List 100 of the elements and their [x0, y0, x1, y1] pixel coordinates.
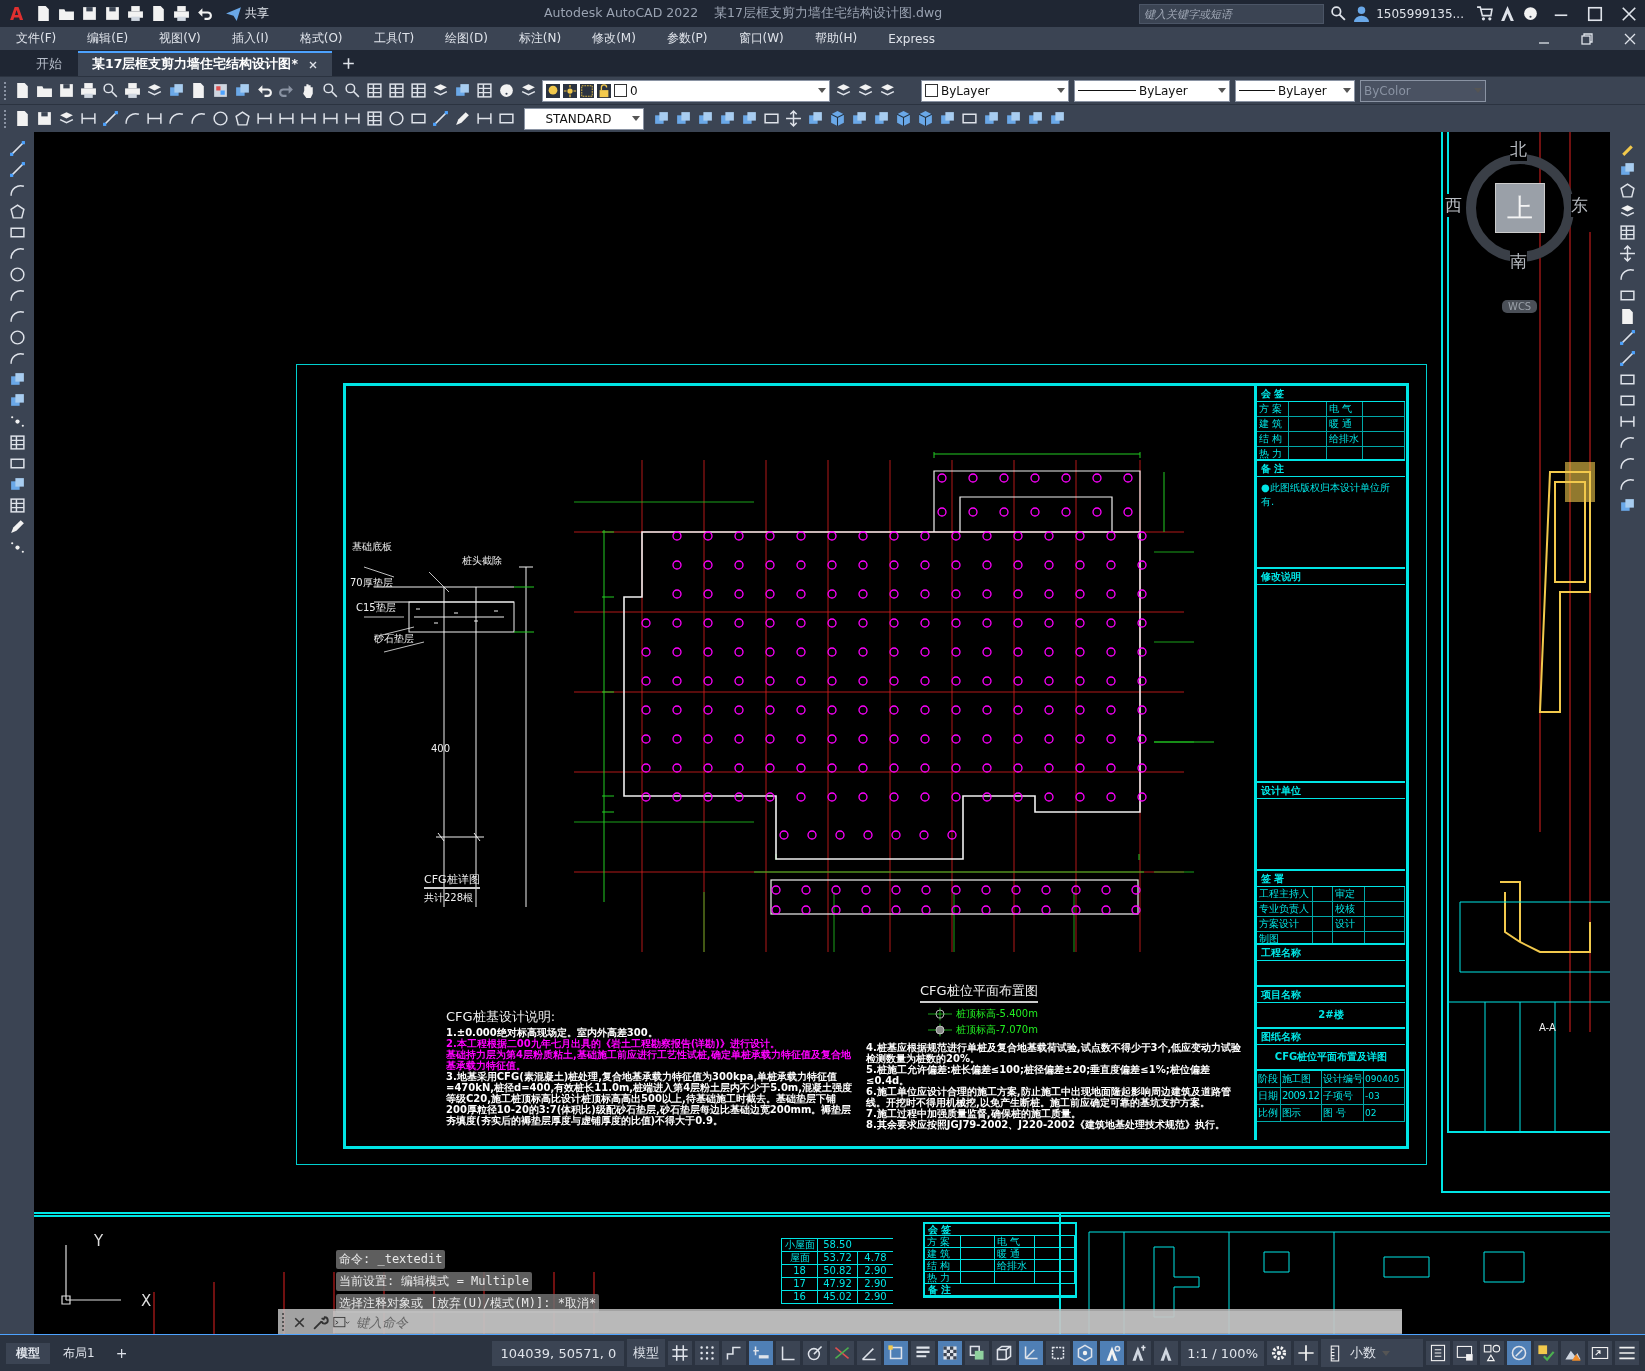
restore-icon[interactable]: [1578, 30, 1596, 47]
pencil-icon[interactable]: [454, 110, 471, 127]
right-angle-icon[interactable]: [776, 1341, 801, 1365]
printer-icon[interactable]: [173, 5, 191, 22]
polar-tracking-icon[interactable]: [803, 1341, 828, 1365]
stacked-squares-icon[interactable]: [939, 110, 956, 127]
properties-icon[interactable]: [1426, 1341, 1450, 1365]
points-icon[interactable]: [8, 413, 26, 430]
arc-icon[interactable]: [8, 182, 26, 199]
stacked-squares-icon[interactable]: [8, 392, 26, 409]
table-icon[interactable]: [1619, 224, 1636, 241]
axes-icon[interactable]: [1019, 1341, 1044, 1365]
stacked-squares-icon[interactable]: [8, 476, 26, 493]
line-icon[interactable]: [432, 110, 449, 127]
layers-icon[interactable]: [432, 82, 449, 99]
dimension-icon[interactable]: [344, 110, 361, 127]
wrench-icon[interactable]: [312, 1313, 329, 1331]
close-icon[interactable]: [307, 59, 318, 70]
layers-icon[interactable]: [1619, 203, 1636, 220]
menu-item[interactable]: 窗口(W): [728, 30, 784, 47]
dimension-icon[interactable]: [80, 110, 97, 127]
table-icon[interactable]: [366, 82, 383, 99]
move-arrows-icon[interactable]: [785, 110, 802, 127]
move-arrows-icon[interactable]: [1619, 245, 1636, 262]
object-snap-icon[interactable]: [884, 1341, 909, 1365]
stacked-squares-icon[interactable]: [851, 110, 868, 127]
step-icon[interactable]: [722, 1341, 747, 1365]
polygon-icon[interactable]: [1619, 182, 1636, 199]
compass-label[interactable]: 北: [1510, 138, 1527, 161]
pencil-icon[interactable]: [8, 518, 26, 535]
stacked-squares-icon[interactable]: [168, 82, 185, 99]
stacked-squares-icon[interactable]: [234, 82, 251, 99]
cart-icon[interactable]: [1476, 5, 1493, 22]
line-icon[interactable]: [1619, 350, 1636, 367]
dashed-square-icon[interactable]: [580, 83, 594, 98]
shapes-icon[interactable]: [1480, 1341, 1504, 1365]
settings-icon[interactable]: [1267, 1341, 1291, 1365]
menu-item[interactable]: 修改(M): [582, 30, 636, 47]
dot-grid-icon[interactable]: [695, 1341, 720, 1365]
document-icon[interactable]: [14, 110, 31, 127]
layout-tab[interactable]: 布局1: [53, 1342, 105, 1364]
stacked-squares-icon[interactable]: [1619, 161, 1636, 178]
text-style-dropdown[interactable]: STANDARD: [524, 107, 644, 130]
line-icon[interactable]: [8, 140, 26, 157]
layers-icon[interactable]: [857, 82, 874, 99]
stacked-squares-icon[interactable]: [8, 371, 26, 388]
model-space-button[interactable]: 模型: [627, 1339, 666, 1367]
warning-image-icon[interactable]: [1561, 1341, 1585, 1365]
table-icon[interactable]: [388, 82, 405, 99]
filter-box-icon[interactable]: [1046, 1341, 1071, 1365]
stacked-squares-icon[interactable]: [697, 110, 714, 127]
dimension-icon[interactable]: [146, 110, 163, 127]
zoom-icon[interactable]: [322, 82, 339, 99]
annotation-scale-dropdown[interactable]: 1:1 / 100%: [1181, 1340, 1264, 1366]
document-icon[interactable]: [1619, 308, 1636, 325]
plus-icon[interactable]: [1294, 1341, 1318, 1365]
points-icon[interactable]: [8, 539, 26, 556]
gizmo-icon[interactable]: [1073, 1341, 1098, 1365]
zoom-icon[interactable]: [102, 82, 119, 99]
printer-icon[interactable]: [80, 82, 97, 99]
document-icon[interactable]: [190, 82, 207, 99]
arc-icon[interactable]: [190, 110, 207, 127]
menu-item[interactable]: 插入(I): [221, 30, 269, 47]
arc-icon[interactable]: [168, 110, 185, 127]
layer-dropdown[interactable]: 0: [542, 79, 830, 102]
isometric-lines-icon[interactable]: [830, 1341, 855, 1365]
arc-icon[interactable]: [8, 287, 26, 304]
stacked-squares-icon[interactable]: [653, 110, 670, 127]
menu-item[interactable]: 帮助(H): [804, 30, 858, 47]
checkerboard-icon[interactable]: [938, 1341, 963, 1365]
dimension-icon[interactable]: [300, 110, 317, 127]
fullscreen-icon[interactable]: [1588, 1341, 1612, 1365]
menu-item[interactable]: 格式(O): [289, 30, 343, 47]
layers-icon[interactable]: [146, 82, 163, 99]
dimension-icon[interactable]: [322, 110, 339, 127]
color-dropdown[interactable]: ByLayer: [921, 79, 1069, 102]
menu-item[interactable]: 标注(N): [508, 30, 562, 47]
cursor-input-icon[interactable]: [749, 1341, 774, 1365]
linetype-dropdown[interactable]: ByLayer: [1074, 79, 1230, 102]
sun-icon[interactable]: [563, 83, 577, 98]
circle-icon[interactable]: [8, 329, 26, 346]
compass-label[interactable]: 南: [1510, 250, 1527, 273]
file-tab[interactable]: 开始: [22, 53, 76, 76]
table-icon[interactable]: [366, 110, 383, 127]
stacked-squares-icon[interactable]: [675, 110, 692, 127]
menu-item[interactable]: 编辑(E): [77, 30, 129, 47]
lock-icon[interactable]: [597, 83, 611, 98]
layers-icon[interactable]: [835, 82, 852, 99]
menu-item[interactable]: Express: [878, 31, 935, 46]
stacked-squares-icon[interactable]: [741, 110, 758, 127]
arc-icon[interactable]: [1619, 266, 1636, 283]
cube-icon[interactable]: [917, 110, 934, 127]
document-icon[interactable]: [14, 82, 31, 99]
layers-icon[interactable]: [879, 82, 896, 99]
stacked-squares-icon[interactable]: [983, 110, 1000, 127]
circle-icon[interactable]: [8, 266, 26, 283]
menu-icon[interactable]: [1615, 1341, 1639, 1365]
arc-icon[interactable]: [1619, 434, 1636, 451]
annotation-scale-icon[interactable]: [1154, 1341, 1179, 1365]
compass-label[interactable]: 东: [1571, 194, 1588, 217]
